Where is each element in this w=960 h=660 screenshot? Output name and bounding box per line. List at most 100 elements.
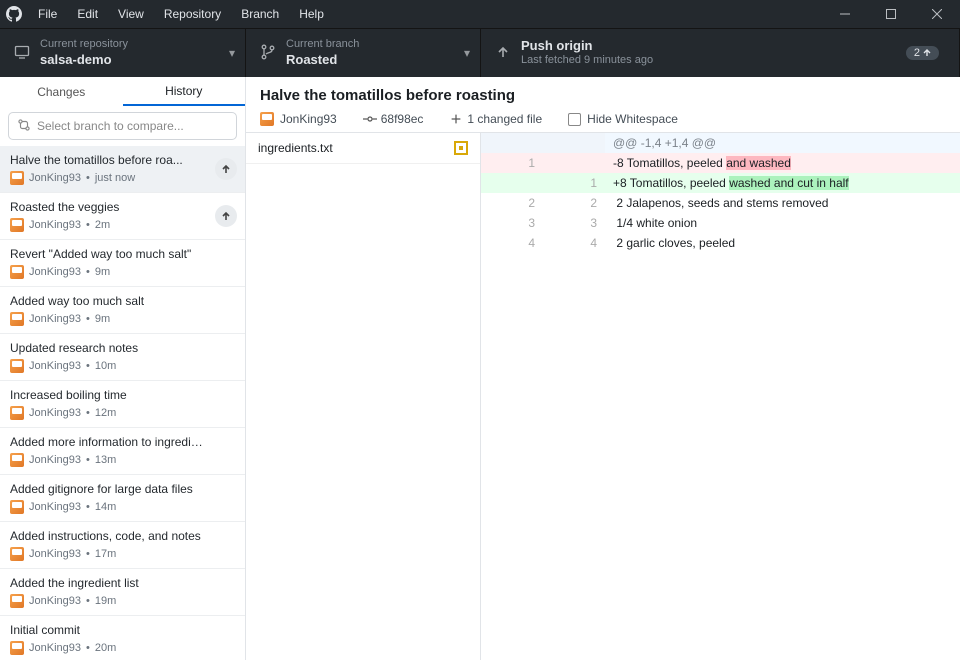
line-number-old: 4	[481, 233, 543, 253]
title-bar: FileEditViewRepositoryBranchHelp	[0, 0, 960, 28]
commit-row-title: Increased boiling time	[10, 388, 235, 402]
avatar-icon	[10, 547, 24, 561]
commit-row[interactable]: Added way too much saltJonKing93•9m	[0, 287, 245, 334]
commit-row[interactable]: Added more information to ingredient...J…	[0, 428, 245, 475]
commit-row-time: 14m	[95, 501, 116, 513]
push-indicator-icon	[215, 158, 237, 180]
commit-title: Halve the tomatillos before roasting	[260, 87, 946, 104]
compare-branch-select[interactable]: Select branch to compare...	[8, 112, 237, 140]
commit-row-title: Added instructions, code, and notes	[10, 529, 235, 543]
git-branch-icon	[260, 44, 276, 63]
avatar-icon	[10, 406, 24, 420]
toolbar: Current repository salsa-demo ▾ Current …	[0, 28, 960, 77]
window-minimize-button[interactable]	[822, 0, 868, 28]
sidebar-tabs: Changes History	[0, 77, 245, 106]
avatar-icon	[260, 112, 274, 126]
menu-item-repository[interactable]: Repository	[154, 0, 231, 28]
commit-row-author: JonKing93	[29, 172, 81, 184]
commit-row[interactable]: Added the ingredient listJonKing93•19m	[0, 569, 245, 616]
file-name: ingredients.txt	[258, 141, 333, 155]
github-logo-icon	[0, 6, 28, 22]
avatar-icon	[10, 359, 24, 373]
avatar-icon	[10, 500, 24, 514]
commit-row-time: 2m	[95, 219, 110, 231]
menu-item-file[interactable]: File	[28, 0, 67, 28]
current-branch-dropdown[interactable]: Current branch Roasted ▾	[246, 29, 481, 77]
menu-item-branch[interactable]: Branch	[231, 0, 289, 28]
commit-row[interactable]: Updated research notesJonKing93•10m	[0, 334, 245, 381]
commit-row-title: Halve the tomatillos before roa...	[10, 153, 235, 167]
file-row[interactable]: ingredients.txt	[246, 133, 480, 164]
diff-line-removed: -8 Tomatillos, peeled and washed	[605, 153, 960, 173]
line-number-new: 2	[543, 193, 605, 213]
menu-item-help[interactable]: Help	[289, 0, 334, 28]
commit-row-time: 9m	[95, 266, 110, 278]
commit-row-title: Initial commit	[10, 623, 235, 637]
commit-list: Halve the tomatillos before roa... JonKin…	[0, 146, 245, 660]
commit-row[interactable]: Roasted the veggiesJonKing93•2m	[0, 193, 245, 240]
avatar-icon	[10, 265, 24, 279]
chevron-down-icon: ▾	[464, 46, 470, 60]
push-title: Push origin	[521, 38, 653, 54]
commit-row-author: JonKing93	[29, 266, 81, 278]
window-controls	[822, 0, 960, 28]
push-count-badge: 2	[906, 46, 939, 60]
file-modified-icon	[454, 141, 468, 155]
commit-row-title: Added way too much salt	[10, 294, 235, 308]
commit-author: JonKing93	[280, 112, 337, 126]
commit-row-author: JonKing93	[29, 501, 81, 513]
avatar-icon	[10, 453, 24, 467]
commit-row-time: 13m	[95, 454, 116, 466]
window-maximize-button[interactable]	[868, 0, 914, 28]
diff-line-context: 1/4 white onion	[605, 213, 960, 233]
menu-item-edit[interactable]: Edit	[67, 0, 108, 28]
hide-whitespace-toggle[interactable]: Hide Whitespace	[568, 112, 678, 126]
commit-row-author: JonKing93	[29, 360, 81, 372]
tab-changes[interactable]: Changes	[0, 77, 123, 106]
commit-row-author: JonKing93	[29, 642, 81, 654]
window-close-button[interactable]	[914, 0, 960, 28]
line-number-new: 4	[543, 233, 605, 253]
commit-row-author: JonKing93	[29, 548, 81, 560]
avatar-icon	[10, 641, 24, 655]
avatar-icon	[10, 218, 24, 232]
commit-row-title: Added more information to ingredient...	[10, 435, 235, 449]
tab-history[interactable]: History	[123, 77, 246, 106]
commit-sha: 68f98ec	[363, 112, 424, 126]
repo-sub-label: Current repository	[40, 38, 128, 52]
push-up-icon	[495, 44, 511, 63]
desktop-icon	[14, 44, 30, 63]
commit-row[interactable]: Halve the tomatillos before roa... JonKin…	[0, 146, 245, 193]
diff-hunk-header: @@ -1,4 +1,4 @@	[605, 133, 960, 153]
line-number-old: 2	[481, 193, 543, 213]
commit-row-title: Added gitignore for large data files	[10, 482, 235, 496]
commit-header: Halve the tomatillos before roasting Jon…	[246, 77, 960, 133]
push-origin-button[interactable]: Push origin Last fetched 9 minutes ago 2	[481, 29, 960, 77]
branch-name: Roasted	[286, 52, 359, 68]
sidebar: Changes History Select branch to compare…	[0, 77, 246, 660]
branch-sub-label: Current branch	[286, 38, 359, 52]
commit-row-time: 12m	[95, 407, 116, 419]
push-indicator-icon	[215, 205, 237, 227]
line-number-old: 1	[481, 153, 543, 173]
line-number-old: 3	[481, 213, 543, 233]
commit-row[interactable]: Increased boiling timeJonKing93•12m	[0, 381, 245, 428]
app-menu: FileEditViewRepositoryBranchHelp	[28, 0, 334, 28]
line-number-new: 3	[543, 213, 605, 233]
line-number-new: 1	[543, 173, 605, 193]
avatar-icon	[10, 312, 24, 326]
commit-row-author: JonKing93	[29, 313, 81, 325]
commit-row[interactable]: Initial commitJonKing93•20m	[0, 616, 245, 660]
commit-row-author: JonKing93	[29, 407, 81, 419]
changed-files-list: ingredients.txt	[246, 133, 481, 660]
commit-row-time: just now	[95, 172, 135, 184]
menu-item-view[interactable]: View	[108, 0, 154, 28]
commit-row[interactable]: Added gitignore for large data files JonK…	[0, 475, 245, 522]
checkbox-icon	[568, 113, 581, 126]
avatar-icon	[10, 171, 24, 185]
diff-line-added: +8 Tomatillos, peeled washed and cut in …	[605, 173, 960, 193]
commit-row-title: Added the ingredient list	[10, 576, 235, 590]
commit-row[interactable]: Revert "Added way too much salt"JonKing9…	[0, 240, 245, 287]
current-repository-dropdown[interactable]: Current repository salsa-demo ▾	[0, 29, 246, 77]
commit-row[interactable]: Added instructions, code, and notes JonKi…	[0, 522, 245, 569]
